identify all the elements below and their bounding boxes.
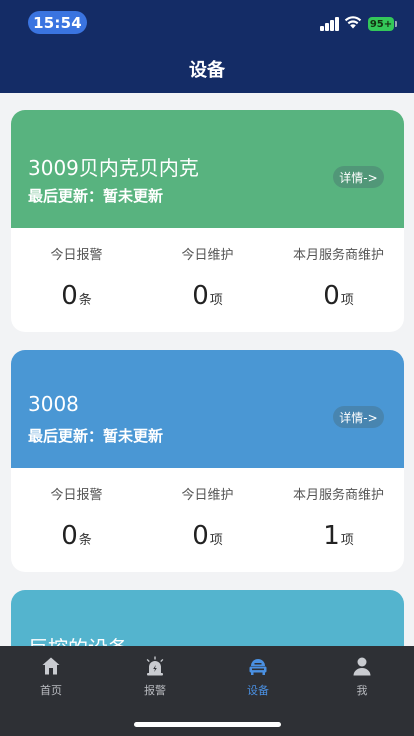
stat-value: 0条 <box>11 281 142 311</box>
app-header: 15:54 95+ 设备 <box>0 0 414 93</box>
stat-maintenance-today: 今日维护 0项 <box>142 228 273 332</box>
status-bar: 15:54 95+ <box>0 0 414 44</box>
stat-label: 今日报警 <box>50 248 103 263</box>
cellular-signal-icon <box>320 17 340 31</box>
tab-me[interactable]: 我 <box>322 656 402 698</box>
tab-home[interactable]: 首页 <box>11 656 91 698</box>
tab-devices[interactable]: 设备 <box>218 656 298 698</box>
stat-label: 今日报警 <box>50 488 103 503</box>
tab-label: 首页 <box>40 684 62 697</box>
device-name: 巨控的设备 <box>28 632 128 646</box>
device-last-update: 最后更新：暂未更新 <box>28 427 164 445</box>
device-card-header: 3009贝内克贝内克 最后更新：暂未更新 详情-> <box>11 110 404 228</box>
stat-value: 0项 <box>142 281 273 311</box>
stat-provider-maintenance-month: 本月服务商维护 1项 <box>273 468 404 572</box>
stat-value: 0项 <box>273 281 404 311</box>
stat-label: 本月服务商维护 <box>292 488 384 503</box>
stat-value: 0条 <box>11 521 142 551</box>
stat-value: 1项 <box>273 521 404 551</box>
stat-alarms-today: 今日报警 0条 <box>11 468 142 572</box>
device-stats: 今日报警 0条 今日维护 0项 本月服务商维护 0项 <box>11 228 404 332</box>
stat-value: 0项 <box>142 521 273 551</box>
person-icon <box>353 657 371 676</box>
page-title: 设备 <box>189 60 225 81</box>
device-list[interactable]: 3009贝内克贝内克 最后更新：暂未更新 详情-> 今日报警 0条 今日维护 0… <box>0 93 414 646</box>
details-button[interactable]: 详情-> <box>333 166 384 188</box>
stat-alarms-today: 今日报警 0条 <box>11 228 142 332</box>
status-time: 15:54 <box>28 11 87 34</box>
device-card-header: 巨控的设备 <box>11 590 404 646</box>
alarm-icon <box>146 656 164 676</box>
battery-icon: 95+ <box>368 17 397 31</box>
device-card[interactable]: 巨控的设备 <box>11 590 404 646</box>
stat-unit: 项 <box>340 533 354 548</box>
stat-provider-maintenance-month: 本月服务商维护 0项 <box>273 228 404 332</box>
stat-unit: 项 <box>340 293 354 308</box>
tab-label: 报警 <box>144 684 166 697</box>
device-stats: 今日报警 0条 今日维护 0项 本月服务商维护 1项 <box>11 468 404 572</box>
stat-unit: 条 <box>78 293 92 308</box>
stat-number: 0 <box>61 521 78 551</box>
stat-maintenance-today: 今日维护 0项 <box>142 468 273 572</box>
home-indicator <box>134 722 281 727</box>
tab-label: 我 <box>356 684 368 697</box>
device-name: 3009贝内克贝内克 <box>28 156 199 180</box>
stat-unit: 项 <box>209 533 223 548</box>
device-card[interactable]: 3008 最后更新：暂未更新 详情-> 今日报警 0条 今日维护 0项 本月服务… <box>11 350 404 572</box>
stat-number: 0 <box>61 281 78 311</box>
tab-label: 设备 <box>247 684 269 697</box>
device-last-update: 最后更新：暂未更新 <box>28 187 164 205</box>
device-card[interactable]: 3009贝内克贝内克 最后更新：暂未更新 详情-> 今日报警 0条 今日维护 0… <box>11 110 404 332</box>
home-icon <box>42 657 60 675</box>
stat-label: 今日维护 <box>181 488 234 503</box>
device-name: 3008 <box>28 392 79 416</box>
device-icon <box>249 659 267 675</box>
tab-alarm[interactable]: 报警 <box>115 656 195 698</box>
device-card-header: 3008 最后更新：暂未更新 详情-> <box>11 350 404 468</box>
stat-unit: 条 <box>78 533 92 548</box>
stat-number: 0 <box>323 281 340 311</box>
wifi-icon <box>344 16 362 29</box>
stat-number: 0 <box>192 521 209 551</box>
stat-unit: 项 <box>209 293 223 308</box>
stat-label: 今日维护 <box>181 248 234 263</box>
stat-number: 1 <box>323 521 340 551</box>
stat-number: 0 <box>192 281 209 311</box>
stat-label: 本月服务商维护 <box>292 248 384 263</box>
details-button[interactable]: 详情-> <box>333 406 384 428</box>
